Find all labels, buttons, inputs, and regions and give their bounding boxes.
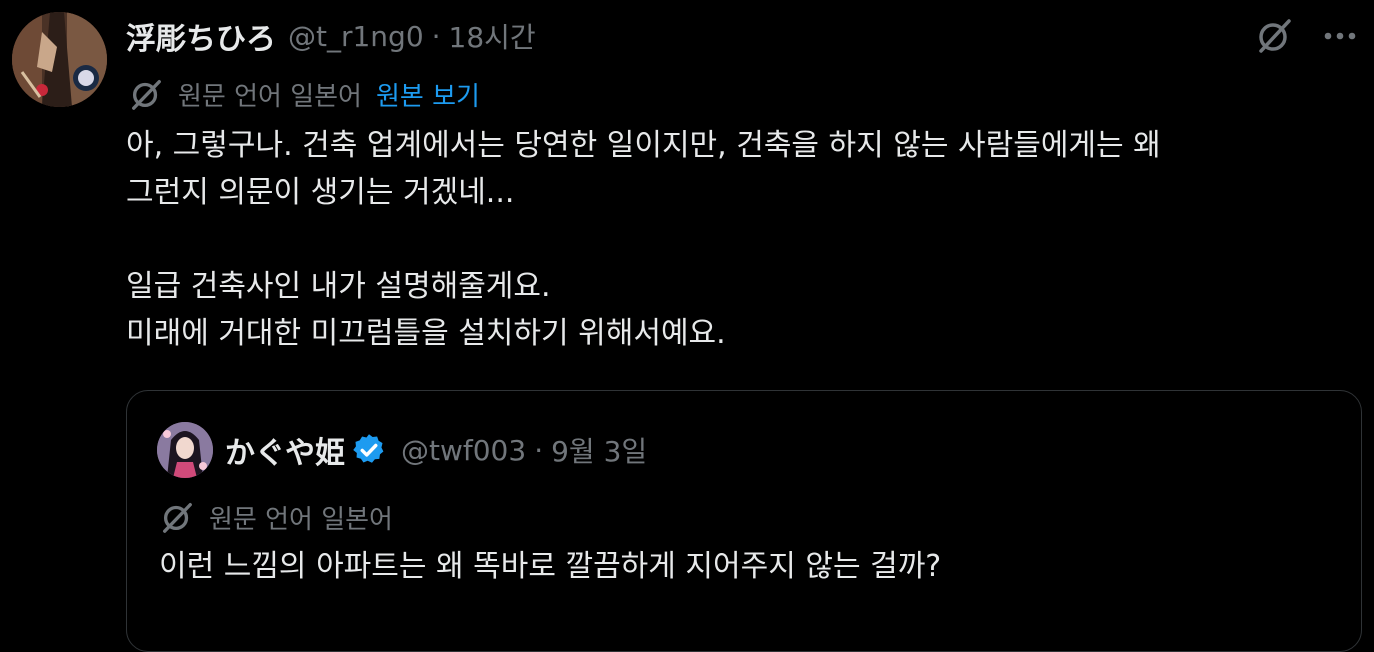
tweet-text-line: 미래에 거대한 미끄럼틀을 설치하기 위해서예요.	[126, 316, 726, 351]
tweet-header: 浮彫ちひろ @t_r1ng0 · 18시간	[126, 14, 536, 58]
separator-dot: ·	[431, 19, 441, 53]
grok-translate-icon	[163, 503, 192, 533]
separator-dot: ·	[534, 433, 544, 467]
quoted-tweet-timestamp[interactable]: 9월 3일	[551, 430, 647, 470]
tweet-timestamp[interactable]: 18시간	[449, 16, 536, 56]
author-avatar[interactable]	[12, 12, 107, 107]
translation-source-label: 원문 언어 일본어	[178, 81, 362, 112]
verified-badge-icon	[353, 434, 384, 463]
tweet-text-line: 일급 건축사인 내가 설명해줄게요.	[126, 269, 551, 304]
quoted-tweet-header: かぐや姫 @twf003 · 9월 3일	[157, 421, 647, 479]
tweet-text-line: 그런지 의문이 생기는 거겠네...	[126, 175, 515, 210]
quoted-tweet-text: 이런 느낌의 아파트는 왜 똑바로 깔끔하게 지어주지 않는 걸까?	[159, 549, 942, 584]
tweet-text-line: 아, 그렇구나. 건축 업계에서는 당연한 일이지만, 건축을 하지 않는 사람…	[126, 128, 1161, 163]
quoted-author-handle[interactable]: @twf003	[401, 434, 526, 467]
more-horizontal-icon[interactable]	[1320, 16, 1360, 56]
show-original-link[interactable]: 원본 보기	[376, 76, 480, 113]
quoted-author-avatar[interactable]	[157, 422, 213, 478]
quoted-translation-source-label: 원문 언어 일본어	[209, 504, 393, 535]
quoted-tweet-card[interactable]: かぐや姫 @twf003 · 9월 3일 원문 언어 일본어 이런 느낌의 아파…	[126, 390, 1362, 652]
translation-notice: 원문 언어 일본어 원본 보기	[128, 74, 480, 114]
author-display-name[interactable]: 浮彫ちひろ	[126, 14, 276, 58]
quoted-translation-notice: 원문 언어 일본어	[159, 497, 393, 537]
tweet: 浮彫ちひろ @t_r1ng0 · 18시간 원문 언어 일본어 원본 보기 아,…	[0, 0, 1374, 652]
author-handle[interactable]: @t_r1ng0	[288, 20, 424, 53]
tweet-top-actions	[1254, 16, 1360, 56]
grok-translate-icon	[132, 80, 161, 110]
grok-slash-icon[interactable]	[1254, 16, 1294, 56]
tweet-body: 아, 그렇구나. 건축 업계에서는 당연한 일이지만, 건축을 하지 않는 사람…	[126, 122, 1356, 357]
quoted-author-display-name[interactable]: かぐや姫	[225, 428, 345, 472]
